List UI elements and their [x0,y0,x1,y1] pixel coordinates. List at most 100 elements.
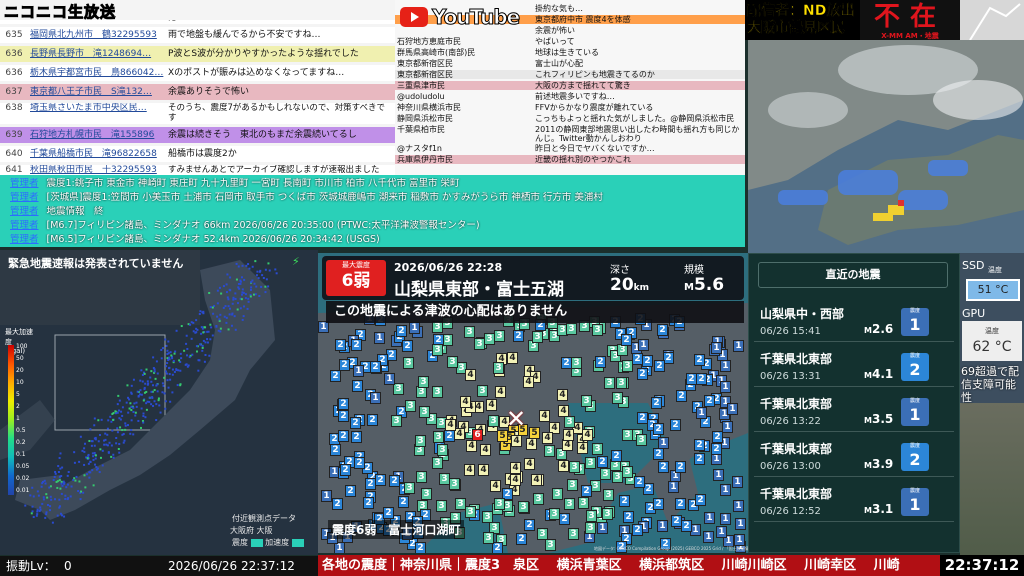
legend-tick: 0.1 [16,451,26,458]
comment-number: 640 [5,149,23,159]
nico-comment-row: 639 石狩地方札幌市民 滝155896 余震は続きそう 東北のもまだ余震続いてるし [0,127,395,143]
quake-epicenter-name: 山梨県東部・富士五湖 [394,280,564,300]
map-credit: 地図データ: GEBCO Compilation Group (2025) GE… [594,546,748,551]
nico-comment-row: 637 東京都八王子市民 S滝132… 余震ありそうで怖い [0,84,395,100]
broadcaster-location: 大阪市鶴見区民 [747,20,845,36]
comment-text: 余震ありそうで怖い [168,87,250,97]
comment-user[interactable]: 長野県長野市 滝1248694… [30,46,164,62]
comment-user[interactable]: 千葉県船橋市民 滝96822658 [30,146,164,162]
recent-earthquake-item[interactable]: 千葉県北東部 06/26 13:22 M3.5 震度 1 [754,392,954,432]
legend-tick: 5 [16,391,20,398]
niconico-comment-panel: 634......439844 震度4だったか、物が落ちてくるくらいで済んだ63… [0,0,395,175]
youtube-comment-user: 東京都新宿区民 [397,70,453,79]
youtube-comment-user: 石狩地方恵庭市民 [397,37,461,46]
recent-magnitude: M3.9 [864,457,894,471]
admin-message: 管理者 [M6.5]フィリピン諸島、ミンダナオ 52.4km 2026/06/26… [0,234,745,246]
comment-text: すみませんあとでアーカイブ確認しますが速報出ましたか？ [168,165,380,175]
recent-intensity-badge: 震度 1 [901,398,929,426]
recent-magnitude: M3.1 [864,502,894,516]
vibration-level-value: 0 [64,559,72,573]
admin-label: 管理者 [10,192,39,203]
youtube-comment-text: 富士山が心配 [535,59,583,68]
youtube-comment-text: 近畿の揺れ別のやつかこれ [535,155,631,164]
recent-magnitude: M4.1 [864,367,894,381]
recent-location: 千葉県北東部 [760,487,833,501]
comment-text: そのうち、震度7があるかもしれないので、対策すべきです [168,103,385,123]
intensity-ticker: 各地の震度｜神奈川県｜震度3 泉区 横浜青葉区 横浜都筑区 川崎川崎区 川崎幸区… [318,555,940,576]
nico-comment-row: 638 埼玉県さいたま市中央区民… そのうち、震度7があるかもしれないので、対策すべ… [0,103,395,124]
admin-message-text: [茨城県]震度1:笠間市 小美玉市 土浦市 石岡市 取手市 つくば市 茨城城鹿嶋… [46,192,603,203]
youtube-comment-text: 掛約な気も… [535,4,583,13]
legend-tick: 20 [16,367,24,374]
legend-tick: 50 [16,355,24,362]
admin-message-text: [M6.5]フィリピン諸島、ミンダナオ 52.4km 2026/06/26 20… [46,234,380,245]
comment-user[interactable]: 秋田県秋田市民 十32295593 [30,165,164,175]
admin-message: 管理者 [茨城県]震度1:笠間市 小美玉市 土浦市 石岡市 取手市 つくば市 茨城… [0,192,745,204]
youtube-comment-user: 千葉県柏市民 [397,125,445,134]
comment-text: 余震は続きそう 東北のもまだ余震続いてるし [168,130,357,140]
recent-location: 山梨県中・西部 [760,307,845,321]
youtube-comment-user: 兵庫県伊丹市民 [397,155,453,164]
comment-user[interactable]: 栃木県宇都宮市民 鳥866042… [30,65,164,81]
admin-label: 管理者 [10,220,39,231]
comment-number: 638 [5,103,23,113]
comment-user[interactable]: 東京都八王子市民 S滝132… [30,84,164,100]
recent-time: 06/26 15:41 [760,326,821,337]
recent-time: 06/26 12:52 [760,506,821,517]
youtube-comment-user: @udoludolu [397,92,445,101]
recent-time: 06/26 13:00 [760,461,821,472]
recent-earthquake-item[interactable]: 千葉県北東部 06/26 13:31 M4.1 震度 2 [754,347,954,387]
admin-message: 管理者 震度1:銚子市 東金市 神崎町 東庄町 九十九里町 一宮町 長南町 市川市… [0,178,745,190]
recent-time: 06/26 13:22 [760,416,821,427]
clock: 22:37:12 [940,555,1024,576]
nico-comment-row: 641 秋田県秋田市民 十32295593 すみませんあとでアーカイブ確認しますが速… [0,165,395,175]
youtube-comment-text: 昨日と今日でヤバくないですか… [535,144,655,153]
comment-text: 船橋市は震度2か [168,149,237,159]
youtube-comment-row: @udoludolu 前述地震多いですね… [395,92,745,101]
recent-intensity-badge: 震度 1 [901,308,929,336]
quake-datetime: 2026/06/26 22:28 [394,261,503,274]
magnitude-label: 規模 [684,265,704,276]
recent-location: 千葉県北東部 [760,352,833,366]
magnitude-value: M5.6 [684,275,725,295]
recent-intensity-badge: 震度 1 [901,488,929,516]
youtube-comment-row: 千葉県柏市民 2011の静岡東部地震思い出したわ時間も揺れ方も同じかんじ。Twit… [395,125,745,143]
nico-comment-row: 636 栃木県宇都宮市民 鳥866042… Xのポストが賑みは込めなくなってますね… [0,65,395,81]
youtube-comment-row: 三重県津市民 大阪の方まで揺れてて驚き [395,81,745,90]
comment-user[interactable]: 福岡県北九州市 鶴32295593 [30,27,164,43]
youtube-comment-row: 東京都新宿区民 これフィリピンも地震きてるのか [395,70,745,79]
max-intensity-badge: 最大震度 6弱 [326,260,386,296]
eew-status-text: 緊急地震速報は発表されていません [8,257,184,270]
youtube-comment-text: こっちもよっと揺れた気がしました。@静岡県浜松市民 [535,114,735,123]
youtube-comment-user: 東京都新宿区民 [397,59,453,68]
admin-label: 管理者 [10,234,39,245]
recent-magnitude: M3.5 [864,412,894,426]
gpu-warning-note: 69超過で配信支障可能性 [961,365,1019,404]
nico-comment-row: 635 福岡県北九州市 鶴32295593 雨で地盤も緩んでるから不安ですね… [0,27,395,43]
youtube-play-icon [400,7,428,27]
recent-time: 06/26 13:31 [760,371,821,382]
recent-earthquake-item[interactable]: 千葉県北東部 06/26 13:00 M3.9 震度 2 [754,437,954,477]
recent-earthquake-item[interactable]: 千葉県北東部 06/26 12:52 M3.1 震度 1 [754,482,954,522]
youtube-comment-row: 東京都新宿区民 富士山が心配 [395,59,745,68]
recent-earthquake-item[interactable]: 山梨県中・西部 06/26 15:41 M2.6 震度 1 [754,302,954,342]
admin-label: 管理者 [10,178,39,189]
niconico-logo: ニコニコ生放送 [0,0,395,22]
recent-magnitude: M2.6 [864,322,894,336]
youtube-comment-row: @ナスタf1n 昨日と今日でヤバくないですか… [395,144,745,153]
recent-location: 千葉県北東部 [760,442,833,456]
legend-tick: 0.5 [16,427,26,434]
comment-user[interactable]: 埼玉県さいたま市中央区民… [30,103,164,113]
youtube-comment-row: 静岡県浜松市民 こっちもよっと揺れた気がしました。@静岡県浜松市民 [395,114,745,123]
vibration-level-label: 振動Lv： [6,559,56,573]
youtube-comment-row: 神奈川県横浜市民 FFVからかなり震度が離れている [395,103,745,112]
youtube-comment-row: 兵庫県伊丹市民 近畿の揺れ別のやつかこれ [395,155,745,164]
ssd-sub-label: 温度 [988,266,1002,274]
recent-location: 千葉県北東部 [760,397,833,411]
admin-message: 管理者 [M6.7]フィリピン諸島、ミンダナオ 66km 2026/06/26 2… [0,220,745,232]
admin-message-text: 地震情報 終 [46,206,104,217]
recent-earthquakes-title: 直近の地震 [758,262,948,288]
youtube-comment-user: 神奈川県横浜市民 [397,103,461,112]
comment-user[interactable]: 石狩地方札幌市民 滝155896 [30,127,164,143]
legend-tick: 2 [16,403,20,410]
